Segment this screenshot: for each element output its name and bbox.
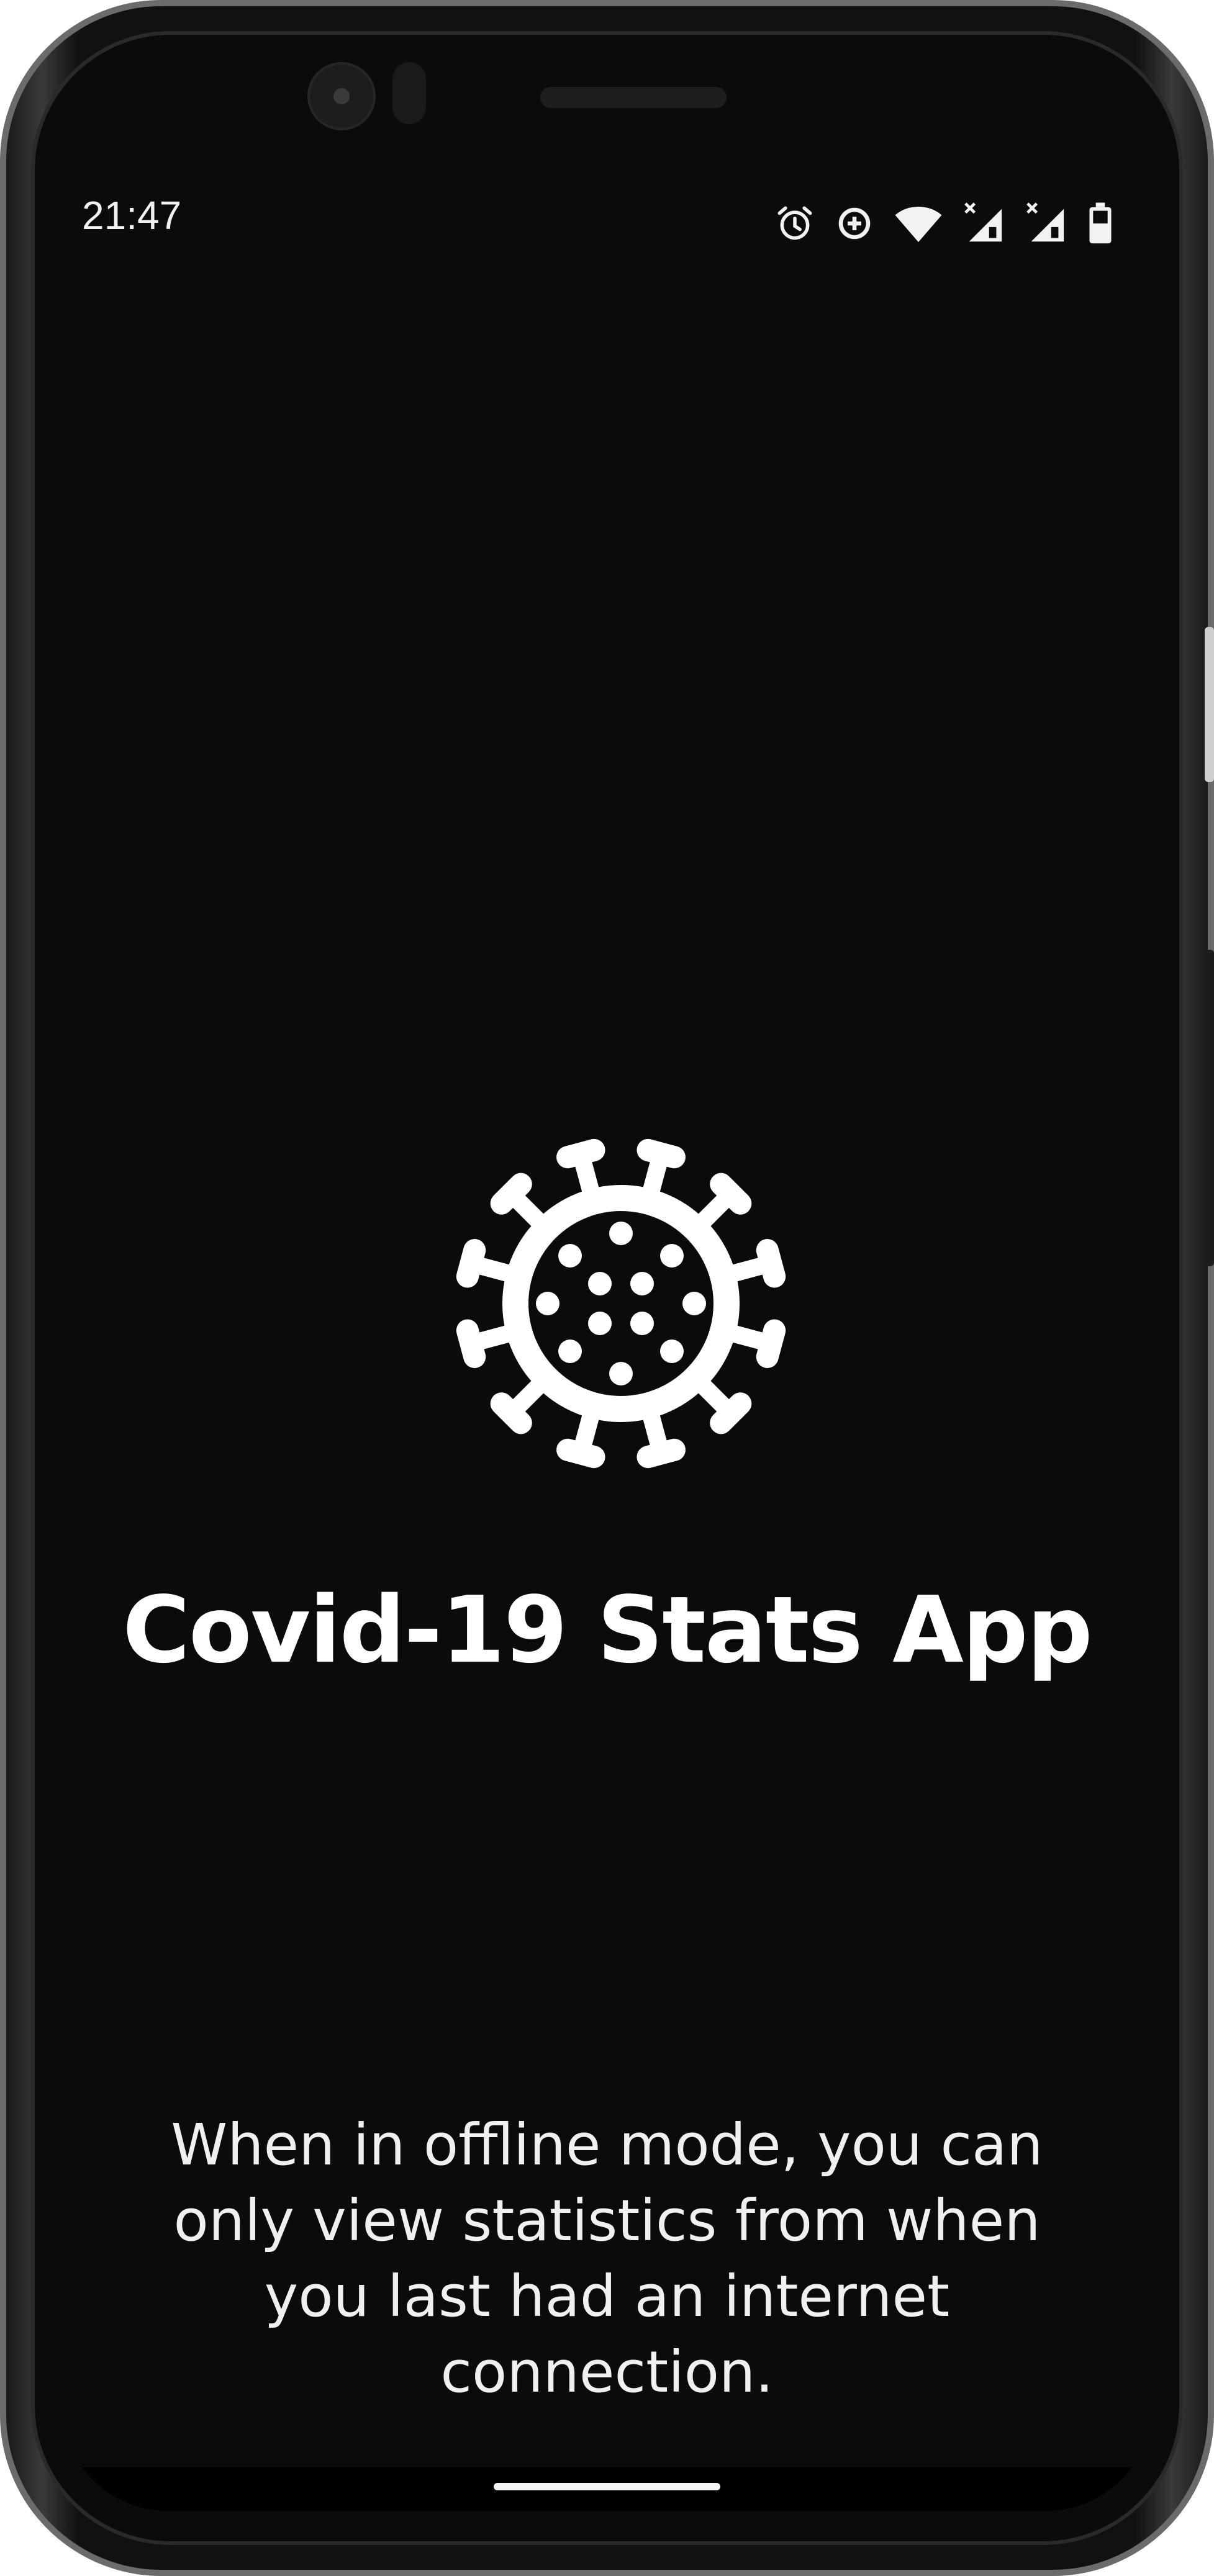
power-button [1205, 950, 1214, 1266]
offline-notice: When in offline mode, you can only view … [171, 2112, 1043, 2405]
alarm-icon [777, 206, 812, 240]
battery-icon [1089, 202, 1112, 244]
signal-icon [964, 202, 1002, 242]
signal-icon [1026, 202, 1064, 242]
volume-button [1205, 627, 1214, 782]
virus-icon [456, 1138, 786, 1469]
front-camera [307, 62, 376, 130]
data-saver-icon [838, 207, 871, 240]
earpiece-speaker [540, 87, 727, 108]
app-title: Covid-19 Stats App [122, 1577, 1092, 1683]
app-screen: 21:47 Covid-19 Stats App When in offline… [62, 62, 1152, 2511]
home-indicator[interactable] [494, 2483, 720, 2490]
status-icons [774, 186, 1115, 261]
status-bar: 21:47 [62, 186, 1152, 261]
wifi-icon [895, 207, 942, 242]
proximity-sensor [392, 62, 426, 124]
status-time: 21:47 [82, 193, 182, 238]
